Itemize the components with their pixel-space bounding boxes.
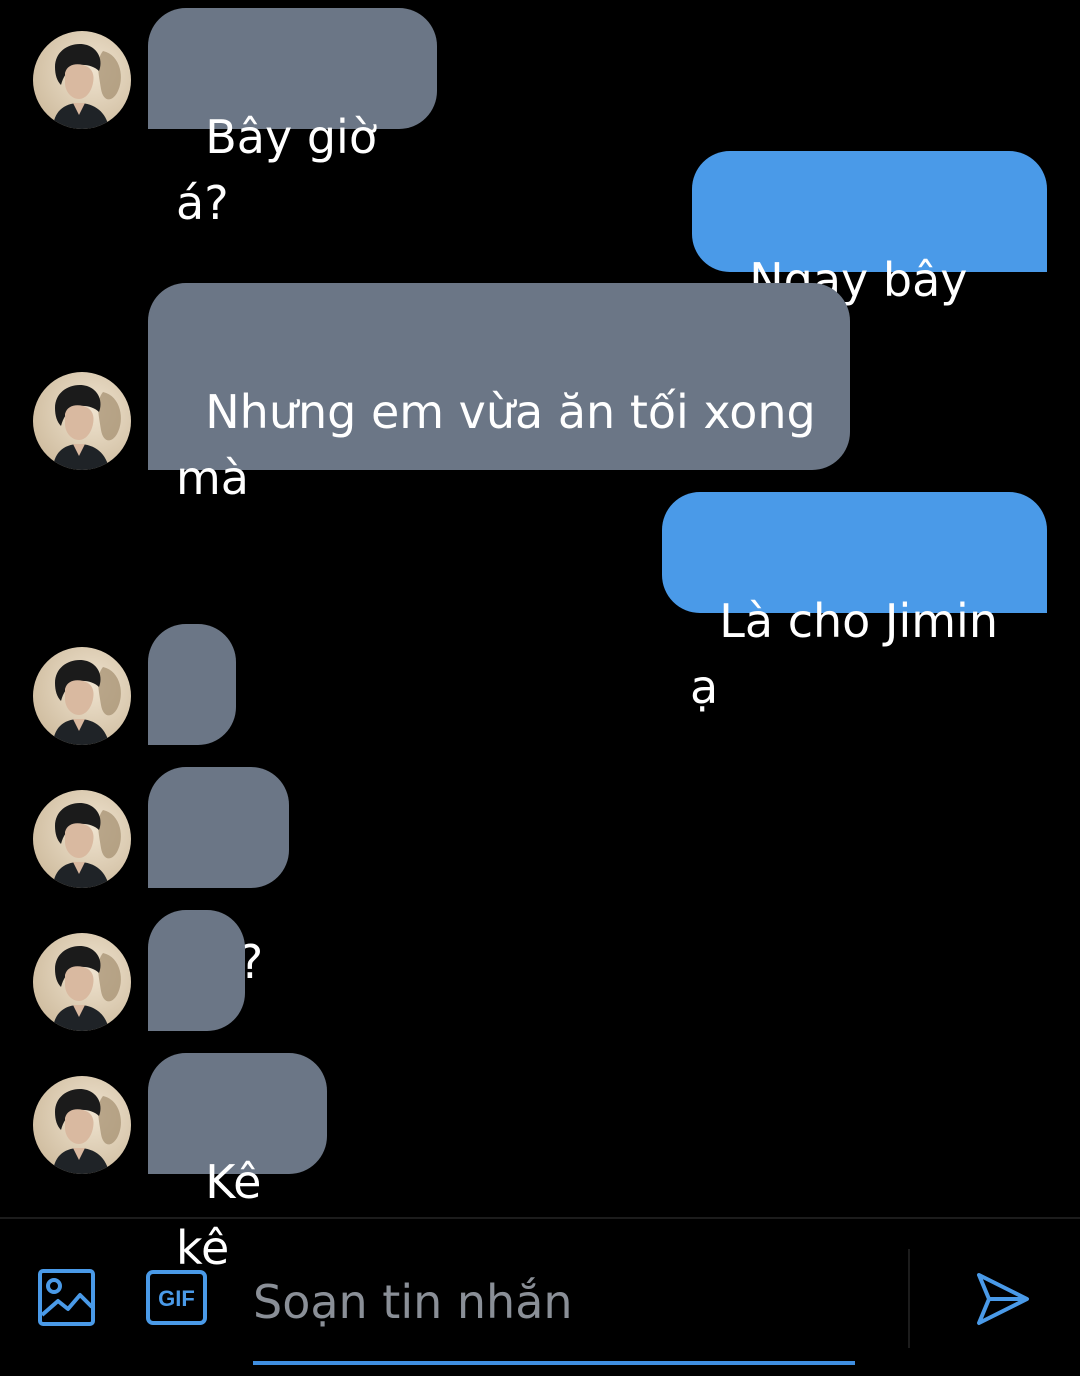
- message-bubble-outgoing[interactable]: Ngay bây giờ: [692, 151, 1047, 373]
- send-icon[interactable]: [975, 1271, 1031, 1327]
- image-icon[interactable]: [38, 1269, 95, 1326]
- composer-divider: [0, 1217, 1080, 1219]
- message-bubble-incoming[interactable]: À: [148, 624, 236, 846]
- message-bubble-incoming[interactable]: Nhưng em vừa ăn tối xong mà: [148, 283, 850, 505]
- avatar[interactable]: [33, 790, 131, 888]
- avatar[interactable]: [33, 647, 131, 745]
- avatar[interactable]: [33, 933, 131, 1031]
- message-text: Kê kê: [176, 1155, 277, 1275]
- message-bubble-incoming[interactable]: Ồ: [148, 910, 245, 1132]
- avatar[interactable]: [33, 372, 131, 470]
- message-bubble-incoming[interactable]: Bây giờ á?: [148, 8, 437, 230]
- message-text: Là cho Jimin ạ: [690, 594, 1013, 714]
- message-text: Bây giờ á?: [176, 110, 392, 230]
- message-bubble-incoming[interactable]: Hả?: [148, 767, 289, 989]
- avatar[interactable]: [33, 1076, 131, 1174]
- avatar[interactable]: [33, 31, 131, 129]
- message-text: Nhưng em vừa ăn tối xong mà: [176, 385, 831, 505]
- composer-separator: [908, 1249, 910, 1348]
- message-input[interactable]: [253, 1270, 853, 1334]
- message-bubble-outgoing[interactable]: Là cho Jimin ạ: [662, 492, 1047, 714]
- gif-label: GIF: [158, 1286, 195, 1311]
- message-bubble-incoming[interactable]: Kê kê: [148, 1053, 327, 1275]
- gif-icon[interactable]: GIF: [146, 1270, 207, 1325]
- input-underline: [253, 1361, 855, 1365]
